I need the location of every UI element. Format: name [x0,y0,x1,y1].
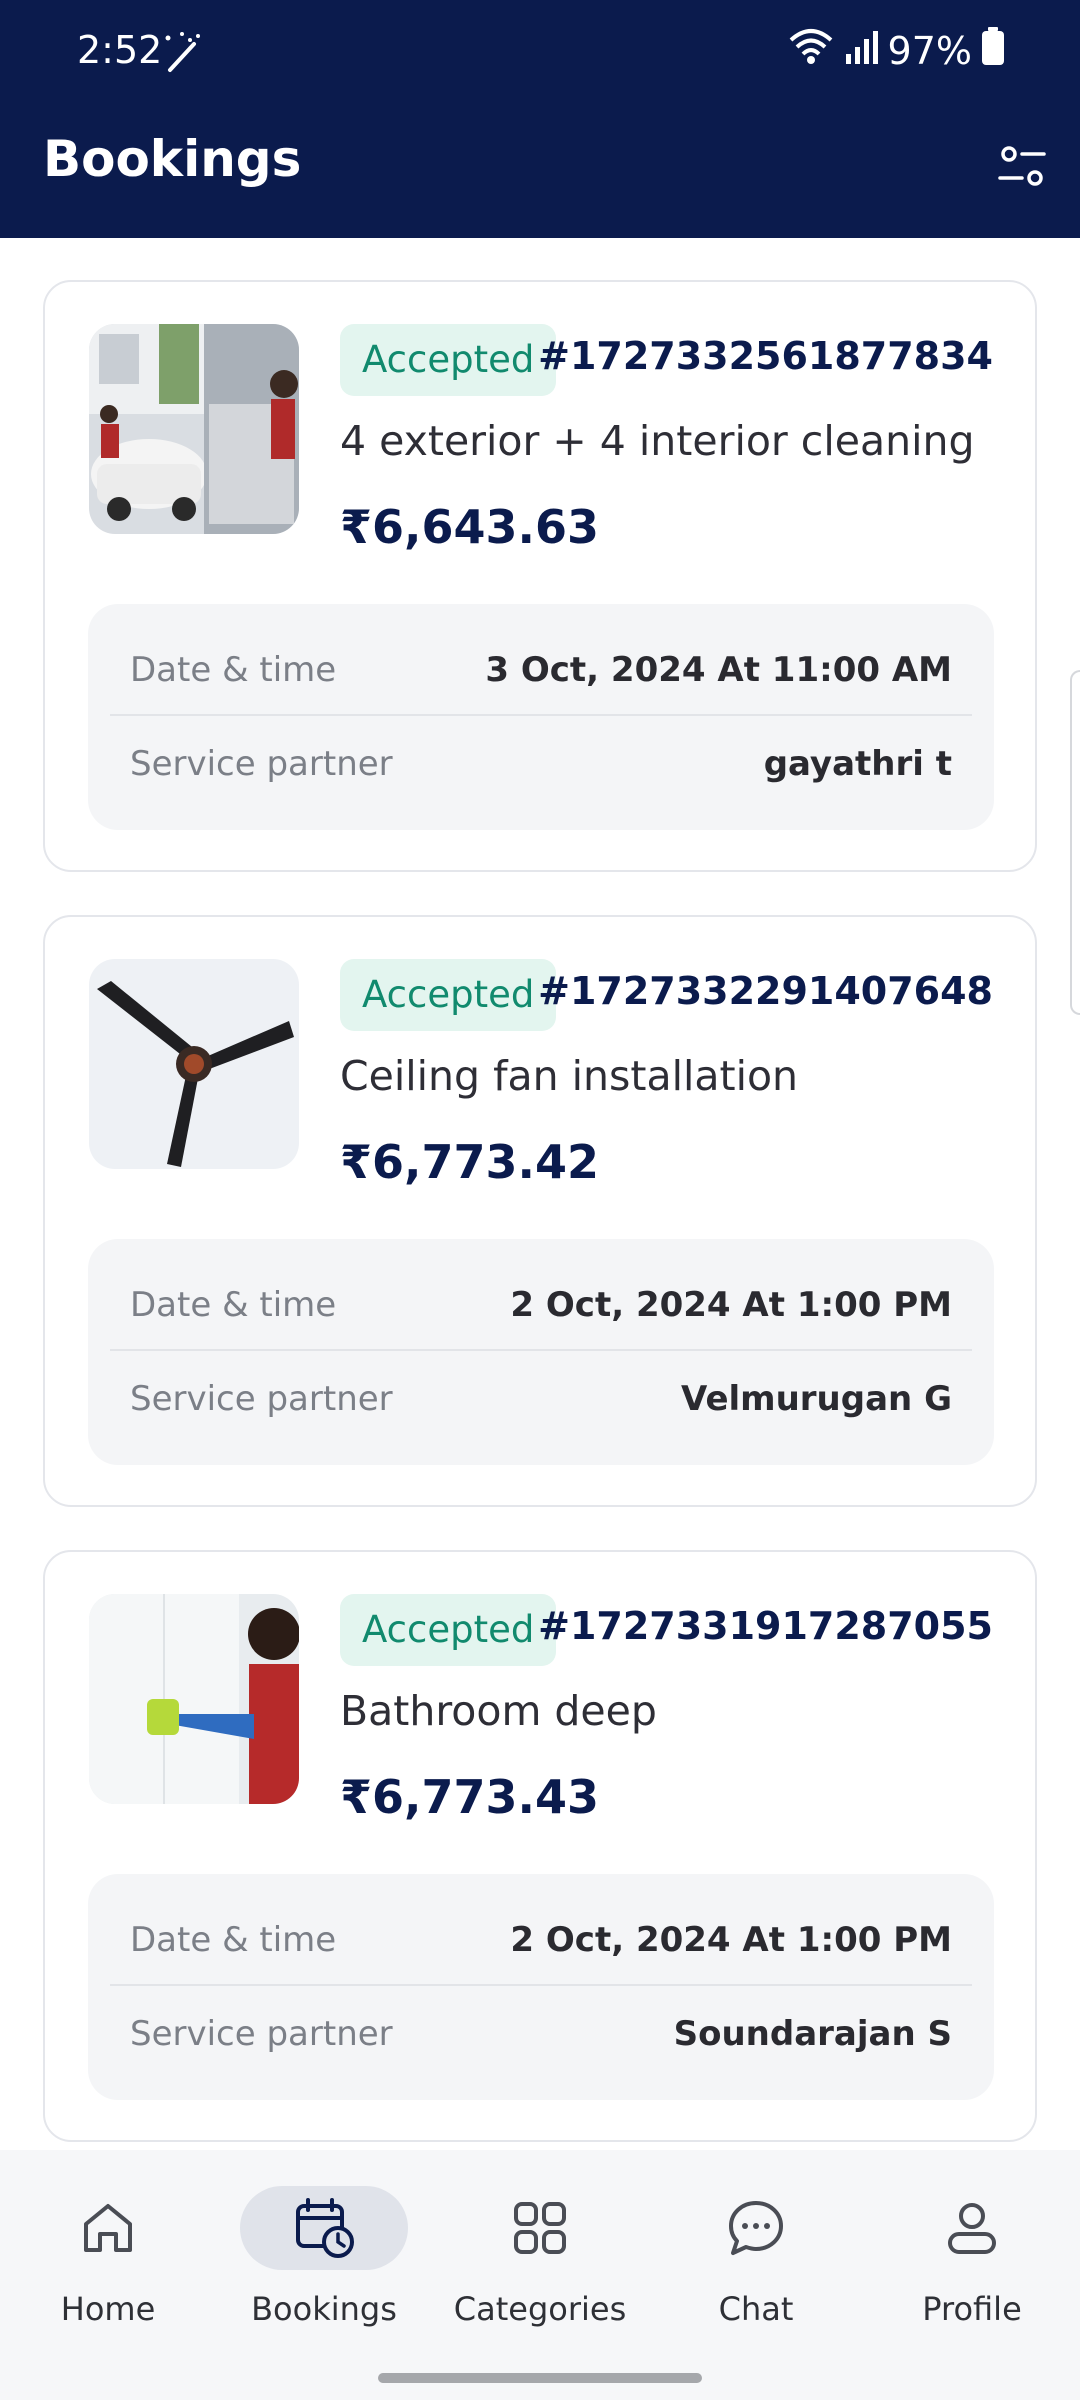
date-time-value: 3 Oct, 2024 At 11:00 AM [485,649,952,690]
date-time-value: 2 Oct, 2024 At 1:00 PM [510,1919,952,1960]
nav-label-bookings: Bookings [251,2290,397,2328]
service-partner-value: gayathri t [763,743,952,784]
booking-details: Date & time 3 Oct, 2024 At 11:00 AM Serv… [88,604,994,830]
booking-price: ₹6,773.42 [340,1135,599,1189]
nav-label-home: Home [60,2290,156,2328]
edge-panel-handle[interactable] [1070,670,1080,1015]
booking-card[interactable]: Accepted #1727331917287055 Bathroom deep… [43,1550,1037,2142]
battery-icon [982,27,1004,74]
order-id: #1727332291407648 [538,969,993,1013]
status-badge: Accepted [340,959,557,1031]
nav-label-categories: Categories [453,2290,627,2328]
chat-icon [672,2186,840,2270]
order-id: #1727331917287055 [538,1604,993,1648]
service-partner-row: Service partner Velmurugan G [110,1353,972,1444]
booking-details: Date & time 2 Oct, 2024 At 1:00 PM Servi… [88,1874,994,2100]
status-badge: Accepted [340,1594,557,1666]
bottom-navigation: Home Bookings Categories Chat Profile [0,2150,1080,2400]
profile-icon [888,2186,1056,2270]
service-partner-label: Service partner [130,743,393,784]
date-time-label: Date & time [130,1284,337,1325]
battery-percent: 97% [887,28,972,73]
service-partner-value: Velmurugan G [680,1378,952,1419]
service-image-bathroom-cleaning [89,1594,299,1804]
service-name: Ceiling fan installation [340,1052,799,1100]
booking-price: ₹6,773.43 [340,1770,599,1824]
booking-card[interactable]: Accepted #1727332561877834 4 exterior + … [43,280,1037,872]
nav-label-chat: Chat [718,2290,794,2328]
booking-details: Date & time 2 Oct, 2024 At 1:00 PM Servi… [88,1239,994,1465]
date-time-row: Date & time 3 Oct, 2024 At 11:00 AM [110,625,972,716]
nav-item-categories[interactable]: Categories [440,2186,640,2328]
date-time-row: Date & time 2 Oct, 2024 At 1:00 PM [110,1260,972,1351]
nav-label-profile: Profile [922,2290,1022,2328]
page-title: Bookings [43,130,302,188]
order-id: #1727332561877834 [538,334,993,378]
service-partner-value: Soundarajan S [673,2013,952,2054]
magic-wand-icon [160,30,204,78]
date-time-row: Date & time 2 Oct, 2024 At 1:00 PM [110,1895,972,1986]
nav-item-profile[interactable]: Profile [872,2186,1072,2328]
app-bar: Bookings [0,92,1080,238]
date-time-label: Date & time [130,1919,337,1960]
signal-icon [844,28,878,73]
nav-item-chat[interactable]: Chat [656,2186,856,2328]
nav-item-home[interactable]: Home [8,2186,208,2328]
filter-icon[interactable] [996,140,1048,192]
home-icon [24,2186,192,2270]
service-partner-label: Service partner [130,2013,393,2054]
service-image-car-cleaning [89,324,299,534]
service-name: 4 exterior + 4 interior cleaning [340,417,975,465]
status-time: 2:52 [77,28,163,72]
service-image-ceiling-fan [89,959,299,1169]
booking-card[interactable]: Accepted #1727332291407648 Ceiling fan i… [43,915,1037,1507]
grid-icon [456,2186,624,2270]
nav-item-bookings[interactable]: Bookings [224,2186,424,2328]
booking-price: ₹6,643.63 [340,500,599,554]
gesture-home-bar[interactable] [378,2373,702,2383]
service-partner-row: Service partner gayathri t [110,718,972,809]
service-partner-row: Service partner Soundarajan S [110,1988,972,2079]
date-time-label: Date & time [130,649,337,690]
status-bar: 2:52 97% [0,0,1080,92]
service-partner-label: Service partner [130,1378,393,1419]
date-time-value: 2 Oct, 2024 At 1:00 PM [510,1284,952,1325]
calendar-clock-icon [240,2186,408,2270]
wifi-icon [788,26,834,75]
service-name: Bathroom deep [340,1687,657,1735]
status-badge: Accepted [340,324,557,396]
